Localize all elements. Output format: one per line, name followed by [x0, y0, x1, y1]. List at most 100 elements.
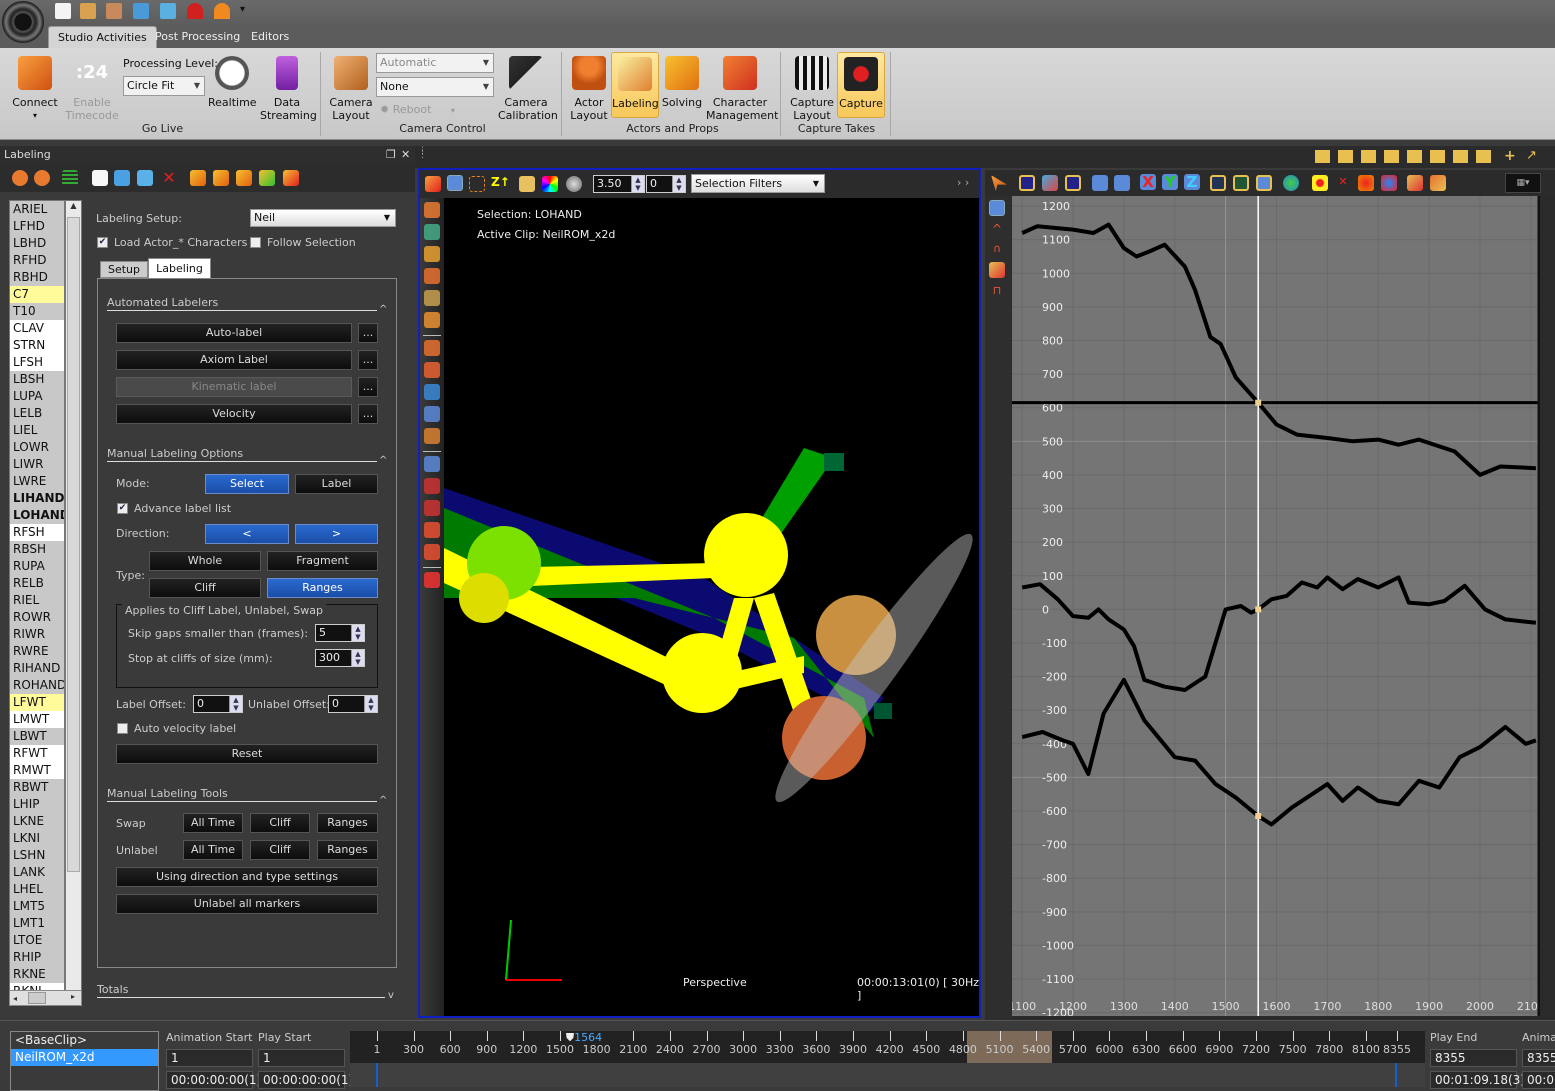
- realtime-button[interactable]: Realtime: [208, 52, 257, 109]
- smooth-filter-icon[interactable]: ∩: [989, 242, 1005, 258]
- add-view-icon[interactable]: +: [1504, 148, 1516, 164]
- play-end-input[interactable]: 8355: [1430, 1049, 1517, 1067]
- collapse-icon[interactable]: ^: [379, 795, 387, 806]
- using-direction-button[interactable]: Using direction and type settings: [116, 867, 378, 887]
- unlabel-all-markers-button[interactable]: Unlabel all markers: [116, 894, 378, 914]
- spike-icon[interactable]: [1358, 175, 1374, 191]
- frame-all-icon[interactable]: [1019, 175, 1035, 191]
- frame-selected-icon[interactable]: [1065, 175, 1081, 191]
- list-icon[interactable]: [424, 572, 440, 588]
- marker-list-item[interactable]: LFSH: [10, 354, 64, 371]
- follow-selection-checkbox[interactable]: [250, 237, 261, 248]
- key-add-icon[interactable]: [1407, 175, 1423, 191]
- fill-gap-icon[interactable]: [1381, 175, 1397, 191]
- tab-editors[interactable]: Editors: [242, 26, 298, 48]
- layout-quad-icon[interactable]: [1338, 150, 1353, 163]
- marker-list[interactable]: ARIEL LFHD LBHD RFHD RBHD C7 T10 CLAV STRN LFSH LB…: [9, 200, 65, 1006]
- previous-marker-icon[interactable]: [12, 170, 28, 186]
- x-channel-toggle[interactable]: X: [1140, 174, 1156, 190]
- open-setup-icon[interactable]: [114, 170, 130, 186]
- capture-layout-button[interactable]: Capture Layout: [788, 52, 836, 122]
- character-icon[interactable]: [424, 362, 440, 378]
- marker-list-item[interactable]: LKNE: [10, 813, 64, 830]
- marker-list-item[interactable]: LELB: [10, 405, 64, 422]
- swap-ranges-button[interactable]: Ranges: [317, 813, 378, 833]
- bell-filter-icon[interactable]: [989, 200, 1005, 216]
- marker-list-item[interactable]: LBHD: [10, 235, 64, 252]
- type-ranges-button[interactable]: Ranges: [267, 578, 378, 598]
- select-arrow-icon[interactable]: [991, 175, 1007, 191]
- auto-label-button[interactable]: Auto-label: [116, 323, 352, 343]
- animation-start-input[interactable]: 1: [166, 1049, 253, 1067]
- copy-layers-icon[interactable]: [519, 176, 535, 192]
- 3d-viewport[interactable]: Z↑ 3.50 ▲ ▼ 0 ▲ ▼ Selection Filters ▼ › › Sel…: [418, 168, 981, 1018]
- next-marker-icon[interactable]: [34, 170, 50, 186]
- processing-level-select[interactable]: Circle Fit ▼: [123, 76, 205, 96]
- axiom-label-options-button[interactable]: ...: [358, 350, 378, 370]
- app-menu-button[interactable]: [2, 1, 44, 43]
- axiom-label-button[interactable]: Axiom Label: [116, 350, 352, 370]
- marker-list-hscroll[interactable]: ◂ ▸: [9, 990, 82, 1006]
- play-end-timecode[interactable]: 00:01:09.18(3): [1430, 1071, 1525, 1089]
- camera-filter-select[interactable]: None ▼: [376, 77, 494, 97]
- marker-list-item[interactable]: LMT1: [10, 915, 64, 932]
- tab-studio-activities[interactable]: Studio Activities: [48, 26, 157, 48]
- marker-list-item[interactable]: RMWT: [10, 762, 64, 779]
- kinematic-label-options-button[interactable]: ...: [358, 377, 378, 397]
- snap-vertical-icon[interactable]: [1114, 175, 1130, 191]
- animation-end-timecode[interactable]: 00:01:: [1522, 1071, 1555, 1089]
- marker-list-item[interactable]: LTOE: [10, 932, 64, 949]
- marker-list-item[interactable]: RBSH: [10, 541, 64, 558]
- timeline-ruler[interactable]: 1 300 600 900 1200 1500 1800 2100 2400 2700 3000 33…: [350, 1031, 1425, 1063]
- play-start-timecode[interactable]: 00:00:00:00(1): [258, 1071, 353, 1089]
- marker-list-item[interactable]: LFWT: [10, 694, 64, 711]
- spin-arrows-icon[interactable]: ▲ ▼: [351, 625, 364, 641]
- z-channel-toggle[interactable]: Z: [1184, 174, 1200, 190]
- marker-list-item[interactable]: STRN: [10, 337, 64, 354]
- stop-cliffs-input[interactable]: 300 ▲ ▼: [315, 649, 365, 667]
- unlabel-offset-input[interactable]: 0 ▲ ▼: [328, 695, 378, 713]
- animation-start-timecode[interactable]: 00:00:00:00(1): [166, 1071, 261, 1089]
- clip-item-selected[interactable]: NeilROM_x2d: [11, 1049, 158, 1066]
- marker-list-item[interactable]: C7: [10, 286, 64, 303]
- connect-button[interactable]: Connect ▾: [8, 52, 62, 122]
- labeling-setup-select[interactable]: Neil ▼: [250, 209, 396, 227]
- enable-timecode-button[interactable]: :24 Enable Timecode: [64, 52, 120, 122]
- marker-list-item[interactable]: ARIEL: [10, 201, 64, 218]
- layout-three-right-icon[interactable]: [1476, 150, 1491, 163]
- marker-list-item[interactable]: RIWR: [10, 626, 64, 643]
- new-file-icon[interactable]: [55, 3, 71, 19]
- curve-z[interactable]: [1021, 677, 1537, 827]
- marker-list-item[interactable]: RELB: [10, 575, 64, 592]
- marker-list-item[interactable]: LOWR: [10, 439, 64, 456]
- marker-list-item[interactable]: T10: [10, 303, 64, 320]
- export-icon[interactable]: [160, 3, 176, 19]
- marker-list-item[interactable]: RIEL: [10, 592, 64, 609]
- unlabel-cliff-button[interactable]: Cliff: [250, 840, 310, 860]
- marker-list-item[interactable]: LIEL: [10, 422, 64, 439]
- marker-list-item[interactable]: RBWT: [10, 779, 64, 796]
- world-space-icon[interactable]: [1283, 175, 1299, 191]
- reset-button[interactable]: Reset: [116, 744, 378, 764]
- actor-layout-button[interactable]: Actor Layout: [567, 52, 611, 122]
- mode-label-button[interactable]: Label: [295, 474, 378, 494]
- kinematic-label-button[interactable]: Kinematic label: [116, 377, 352, 397]
- data-streaming-button[interactable]: Data Streaming: [260, 52, 317, 122]
- pivot-icon[interactable]: [424, 290, 440, 306]
- swap-cliff-button[interactable]: Cliff: [250, 813, 310, 833]
- camera-mode-select[interactable]: Automatic ▼: [376, 53, 494, 73]
- z-up-icon[interactable]: Z↑: [491, 175, 510, 191]
- type-cliff-button[interactable]: Cliff: [149, 578, 261, 598]
- marker-list-item[interactable]: LSHN: [10, 847, 64, 864]
- marker-list-item[interactable]: RKNE: [10, 966, 64, 983]
- marker-list-item[interactable]: LBWT: [10, 728, 64, 745]
- label-backward-icon[interactable]: [236, 170, 252, 186]
- character-management-button[interactable]: Character Management: [706, 52, 778, 122]
- spin-arrows-icon[interactable]: ▲ ▼: [631, 176, 644, 192]
- box-select-icon[interactable]: [469, 176, 485, 192]
- marker-list-item[interactable]: LHIP: [10, 796, 64, 813]
- layout-three-left-icon[interactable]: [1453, 150, 1468, 163]
- select-arrow-icon[interactable]: [424, 202, 440, 218]
- position-graph-icon[interactable]: [1210, 175, 1226, 191]
- play-start-input[interactable]: 1: [258, 1049, 345, 1067]
